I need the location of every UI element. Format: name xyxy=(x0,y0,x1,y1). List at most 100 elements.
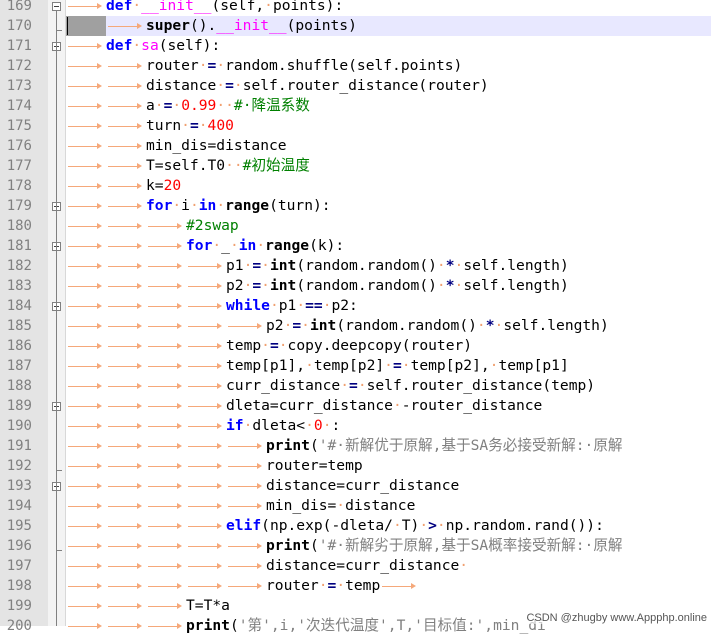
fold-margin[interactable] xyxy=(48,0,66,626)
code-token: = xyxy=(392,357,402,374)
fold-toggle-icon[interactable] xyxy=(52,2,61,11)
line-number: 187 xyxy=(6,358,32,374)
code-line[interactable]: min_dis=·distance xyxy=(66,496,415,516)
code-line[interactable]: while·p1·==·p2: xyxy=(66,296,358,316)
code-token: i xyxy=(181,197,190,214)
code-line[interactable]: router·=·temp xyxy=(66,576,420,596)
code-token: · xyxy=(172,197,182,214)
code-line[interactable]: if·dleta<·0·: xyxy=(66,416,340,436)
tab-indent-marker xyxy=(106,336,146,356)
code-area[interactable]: def·__init__(self,·points): super().__ini… xyxy=(66,0,711,634)
tab-indent-marker xyxy=(106,156,146,176)
code-line[interactable]: distance=curr_distance xyxy=(66,476,459,496)
tab-indent-marker xyxy=(146,416,186,436)
tab-indent-marker xyxy=(66,316,106,336)
code-line[interactable]: distance·=·self.router_distance(router) xyxy=(66,76,489,96)
code-line[interactable]: distance=curr_distance· xyxy=(66,556,468,576)
tab-indent-marker xyxy=(226,536,266,556)
code-line[interactable]: print('#·新解优于原解,基于SA务必接受新解:·原解 xyxy=(66,436,623,456)
code-token: super xyxy=(146,17,190,34)
code-line[interactable]: dleta=curr_distance·-router_distance xyxy=(66,396,542,416)
code-token: copy.deepcopy(router) xyxy=(287,337,473,354)
code-line[interactable]: T=self.T0··#初始温度 xyxy=(66,156,310,176)
line-number: 181 xyxy=(6,238,32,254)
tab-indent-marker xyxy=(226,576,266,596)
code-line[interactable]: curr_distance·=·self.router_distance(tem… xyxy=(66,376,595,396)
code-token: (turn): xyxy=(269,197,331,214)
code-line[interactable]: def·__init__(self,·points): xyxy=(66,0,343,16)
tab-indent-marker xyxy=(106,476,146,496)
tab-indent-marker xyxy=(66,96,106,116)
code-token: '#·新解优于原解,基于SA务必接受新解:·原解 xyxy=(318,437,623,454)
tab-indent-marker xyxy=(66,136,106,156)
tab-indent-marker xyxy=(106,516,146,536)
code-token: ( xyxy=(309,537,319,554)
code-token: · xyxy=(296,297,306,314)
fold-guide-line xyxy=(56,11,57,626)
tab-indent-marker xyxy=(146,396,186,416)
code-token: = xyxy=(252,277,262,294)
line-number: 191 xyxy=(6,438,32,454)
code-token: p1 xyxy=(226,257,244,274)
code-line[interactable]: min_dis=distance xyxy=(66,136,287,156)
code-token: · xyxy=(494,317,504,334)
code-token: · xyxy=(261,257,270,274)
code-token: = xyxy=(252,257,262,274)
code-editor[interactable]: 169 170 171 172 173 174 175 176 177 178 179 180 181 1… xyxy=(0,0,711,634)
code-line[interactable]: temp[p1],·temp[p2]·=·temp[p2],·temp[p1] xyxy=(66,356,569,376)
tab-indent-marker xyxy=(66,216,106,236)
code-line[interactable]: super().__init__(points) xyxy=(66,16,711,36)
code-token: · xyxy=(401,357,411,374)
code-line[interactable]: print('第',i,'次迭代温度',T,'目标值:',min_di xyxy=(66,616,546,636)
tab-indent-marker xyxy=(66,536,106,556)
code-token: range xyxy=(265,237,310,254)
tab-indent-marker xyxy=(106,456,146,476)
code-token: def xyxy=(106,37,133,54)
code-line[interactable]: temp·=·copy.deepcopy(router) xyxy=(66,336,472,356)
code-line[interactable]: a·=·0.99··#·降温系数 xyxy=(66,96,310,116)
current-line-indent-marker xyxy=(66,16,106,36)
tab-indent-marker xyxy=(146,436,186,456)
code-line[interactable]: p1·=·int(random.random()·*·self.length) xyxy=(66,256,569,276)
line-number: 175 xyxy=(6,118,32,134)
code-line[interactable]: router=temp xyxy=(66,456,363,476)
tab-indent-marker xyxy=(106,96,146,116)
code-token: min_dis= xyxy=(266,497,337,514)
line-number: 177 xyxy=(6,158,32,174)
code-line[interactable]: for·_·in·range(k): xyxy=(66,236,344,256)
code-token: self.length) xyxy=(463,277,569,294)
code-line[interactable]: T=T*a xyxy=(66,596,230,616)
code-line[interactable]: def·sa(self): xyxy=(66,36,220,56)
code-token: elif xyxy=(226,517,262,534)
code-line[interactable]: print('#·新解劣于原解,基于SA概率接受新解:·原解 xyxy=(66,536,623,556)
line-number: 178 xyxy=(6,178,32,194)
tab-indent-marker xyxy=(186,296,226,316)
code-token: · xyxy=(198,117,208,134)
tab-indent-marker xyxy=(106,216,146,236)
code-token: · xyxy=(132,37,142,54)
code-line[interactable]: p2·=·int(random.random()·*·self.length) xyxy=(66,316,609,336)
watermark: CSDN @zhugby www.Appphp.online xyxy=(526,612,707,624)
code-line[interactable]: k=20 xyxy=(66,176,181,196)
line-number: 192 xyxy=(6,458,32,474)
code-line[interactable]: elif(np.exp(-dleta/·T)·>·np.random.rand(… xyxy=(66,516,604,536)
tab-indent-marker xyxy=(106,296,146,316)
code-token: · xyxy=(357,377,367,394)
tab-indent-marker xyxy=(146,496,186,516)
code-line[interactable]: p2·=·int(random.random()·*·self.length) xyxy=(66,276,569,296)
code-token: 0 xyxy=(313,417,323,434)
code-token: · xyxy=(261,337,270,354)
line-number: 195 xyxy=(6,518,32,534)
code-line[interactable]: #2swap xyxy=(66,216,239,236)
code-token: · xyxy=(454,277,464,294)
code-token: ·· xyxy=(225,157,243,174)
line-number: 185 xyxy=(6,318,32,334)
code-line[interactable]: turn·=·400 xyxy=(66,116,234,136)
code-token: temp xyxy=(226,337,262,354)
code-token: · xyxy=(336,577,346,594)
line-number: 179 xyxy=(6,198,32,214)
code-line[interactable]: for·i·in·range(turn): xyxy=(66,196,331,216)
tab-indent-marker xyxy=(146,556,186,576)
code-line[interactable]: router·=·random.shuffle(self.points) xyxy=(66,56,462,76)
code-token: min_dis=distance xyxy=(146,137,287,154)
